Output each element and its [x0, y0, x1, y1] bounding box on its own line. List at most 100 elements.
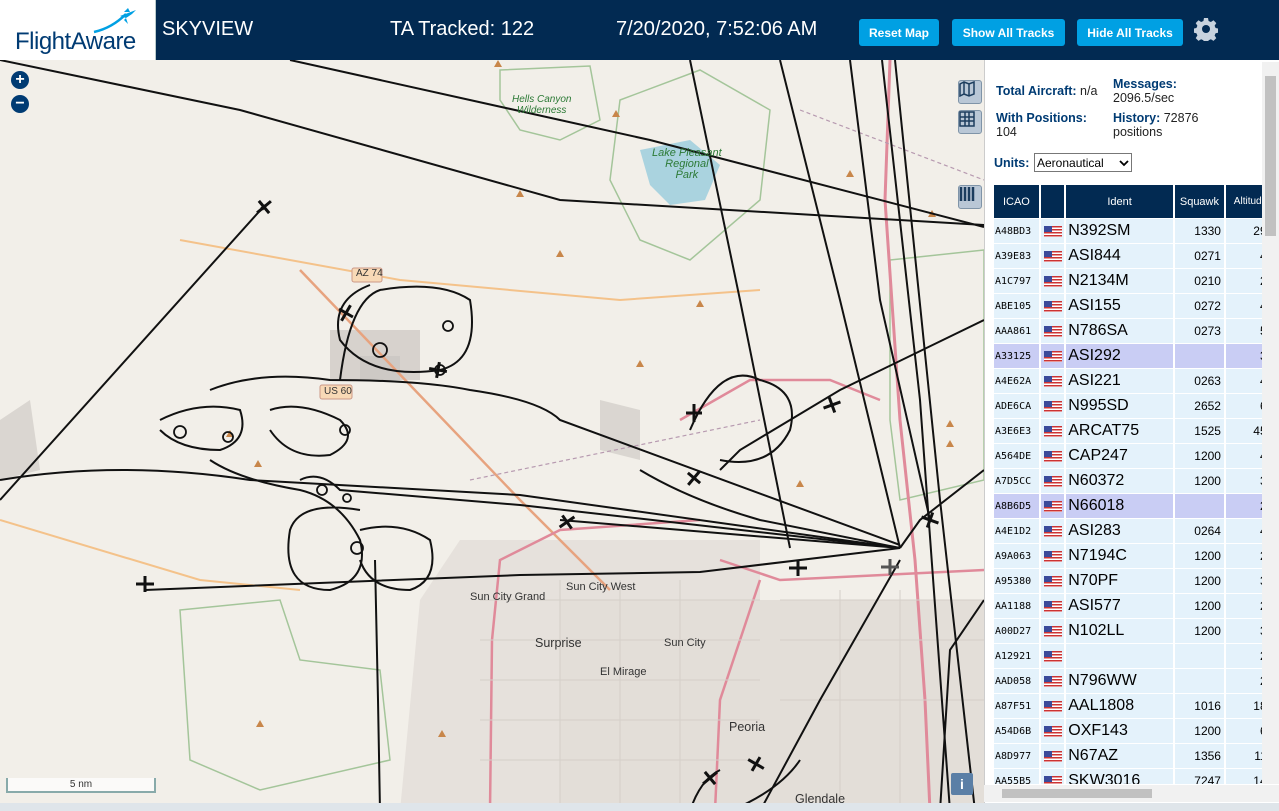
col-squawk[interactable]: Squawk — [1174, 185, 1224, 218]
row-squawk — [1174, 669, 1224, 693]
zoom-in-button[interactable]: + — [11, 71, 29, 89]
col-altitude[interactable]: Altitude (ft) — [1225, 185, 1266, 218]
table-row[interactable]: AAA861 N786SA02735,200 — [994, 319, 1266, 343]
row-ident: ASI155 — [1066, 294, 1173, 318]
row-flag — [1040, 269, 1065, 293]
settings-gear-icon[interactable] — [1194, 17, 1218, 41]
col-icao[interactable]: ICAO — [994, 185, 1039, 218]
row-icao: A87F51 — [994, 694, 1039, 718]
table-row[interactable]: A39E83 ASI84402714,400 — [994, 244, 1266, 268]
table-row[interactable]: A48BD3 N392SM133029,000 — [994, 219, 1266, 243]
scale-bar: 5 nm — [6, 778, 156, 793]
map-grid-button[interactable] — [958, 110, 982, 134]
messages-label: Messages: — [1113, 77, 1177, 91]
table-row[interactable]: A12921 2,500 — [994, 644, 1266, 668]
hide-all-tracks-button[interactable]: Hide All Tracks — [1077, 19, 1183, 46]
row-flag — [1040, 219, 1065, 243]
row-flag — [1040, 444, 1065, 468]
table-row[interactable]: A87F51 AAL1808101618,275 — [994, 694, 1266, 718]
row-altitude: 14,325 — [1225, 769, 1266, 784]
label-hells-canyon: Hells Canyon Wilderness — [512, 94, 572, 116]
toggle-table-button[interactable] — [958, 185, 982, 209]
row-altitude: 4,700 — [1225, 369, 1266, 393]
row-icao: ADE6CA — [994, 394, 1039, 418]
row-altitude: 29,000 — [1225, 219, 1266, 243]
row-ident: N102LL — [1066, 619, 1173, 643]
us-flag-icon — [1043, 701, 1062, 713]
messages-stat: Messages: 2096.5/sec — [1113, 77, 1177, 105]
table-row[interactable]: ABE105 ASI15502724,600 — [994, 294, 1266, 318]
show-all-tracks-button[interactable]: Show All Tracks — [952, 19, 1065, 46]
label-az74: AZ 74 — [356, 268, 383, 279]
table-row[interactable]: AAD058 N796WW 2,200 — [994, 669, 1266, 693]
row-flag — [1040, 469, 1065, 493]
us-flag-icon — [1043, 576, 1062, 588]
row-squawk: 0263 — [1174, 369, 1224, 393]
table-row[interactable]: A7D5CC N6037212003,325 — [994, 469, 1266, 493]
table-row[interactable]: A4E1D2 ASI28302644,700 — [994, 519, 1266, 543]
col-ident[interactable]: Ident — [1066, 185, 1173, 218]
table-row[interactable]: A8B6D5 N66018 2,200 — [994, 494, 1266, 518]
table-row[interactable]: AA1188 ASI57712002,750 — [994, 594, 1266, 618]
table-row[interactable]: A3E6E3 ARCAT75152545,000 — [994, 419, 1266, 443]
us-flag-icon — [1043, 526, 1062, 538]
info-button[interactable]: i — [951, 773, 973, 795]
row-icao: AAD058 — [994, 669, 1039, 693]
table-row[interactable]: ADE6CA N995SD26526,575 — [994, 394, 1266, 418]
vertical-scroll-thumb[interactable] — [1265, 76, 1276, 236]
table-row[interactable]: A9A063 N7194C12002,100 — [994, 544, 1266, 568]
row-flag — [1040, 619, 1065, 643]
positions-value: 104 — [996, 125, 1017, 139]
row-icao: A48BD3 — [994, 219, 1039, 243]
flightaware-logo[interactable]: FlightAware — [0, 0, 156, 60]
logo-text: FlightAware — [15, 28, 136, 55]
table-row[interactable]: A564DE CAP24712004,250 — [994, 444, 1266, 468]
row-flag — [1040, 569, 1065, 593]
table-row[interactable]: A8D977 N67AZ135611,100 — [994, 744, 1266, 768]
label-us60: US 60 — [324, 386, 352, 397]
row-altitude: 2,100 — [1225, 544, 1266, 568]
aircraft-table-wrapper[interactable]: ICAO Ident Squawk Altitude (ft) A48BD3 N3… — [994, 184, 1266, 784]
table-row[interactable]: A33125 ASI292 3,000 — [994, 344, 1266, 368]
us-flag-icon — [1043, 551, 1062, 563]
row-icao: A4E1D2 — [994, 519, 1039, 543]
bottom-strip — [0, 803, 1279, 811]
units-select[interactable]: Aeronautical — [1034, 153, 1132, 172]
row-flag — [1040, 294, 1065, 318]
table-row[interactable]: A54D6B OXF14312006,600 — [994, 719, 1266, 743]
row-flag — [1040, 369, 1065, 393]
us-flag-icon — [1043, 751, 1062, 763]
horizontal-scrollbar[interactable] — [984, 785, 1279, 802]
reset-map-button[interactable]: Reset Map — [859, 19, 939, 46]
aircraft-panel: Total Aircraft: n/a Messages: 2096.5/sec… — [984, 60, 1279, 811]
map-drawing[interactable] — [0, 60, 984, 811]
map-layers-button[interactable] — [958, 80, 982, 104]
total-aircraft-label: Total Aircraft: — [996, 84, 1077, 98]
row-flag — [1040, 744, 1065, 768]
row-altitude: 4,400 — [1225, 244, 1266, 268]
row-squawk: 1200 — [1174, 619, 1224, 643]
row-icao: AA55B5 — [994, 769, 1039, 784]
vertical-scrollbar[interactable] — [1262, 62, 1279, 784]
map-canvas[interactable]: Hells Canyon Wilderness Lake Pleasant Re… — [0, 60, 984, 811]
table-row[interactable]: A4E62A ASI22102634,700 — [994, 369, 1266, 393]
us-flag-icon — [1043, 451, 1062, 463]
row-squawk: 1200 — [1174, 469, 1224, 493]
col-flag[interactable] — [1040, 185, 1065, 218]
table-row[interactable]: AA55B5 SKW3016724714,325 — [994, 769, 1266, 784]
table-row[interactable]: A95380 N70PF12003,700 — [994, 569, 1266, 593]
table-row[interactable]: A00D27 N102LL12003,200 — [994, 619, 1266, 643]
zoom-out-button[interactable]: − — [11, 95, 29, 113]
row-flag — [1040, 769, 1065, 784]
us-flag-icon — [1043, 626, 1062, 638]
us-flag-icon — [1043, 476, 1062, 488]
label-el-mirage: El Mirage — [600, 666, 647, 678]
table-row[interactable]: A1C797 N2134M02102,575 — [994, 269, 1266, 293]
row-squawk: 1200 — [1174, 719, 1224, 743]
horizontal-scroll-thumb[interactable] — [1002, 789, 1152, 798]
us-flag-icon — [1043, 776, 1062, 784]
row-flag — [1040, 594, 1065, 618]
us-flag-icon — [1043, 276, 1062, 288]
row-squawk: 1200 — [1174, 444, 1224, 468]
row-altitude: 3,200 — [1225, 619, 1266, 643]
